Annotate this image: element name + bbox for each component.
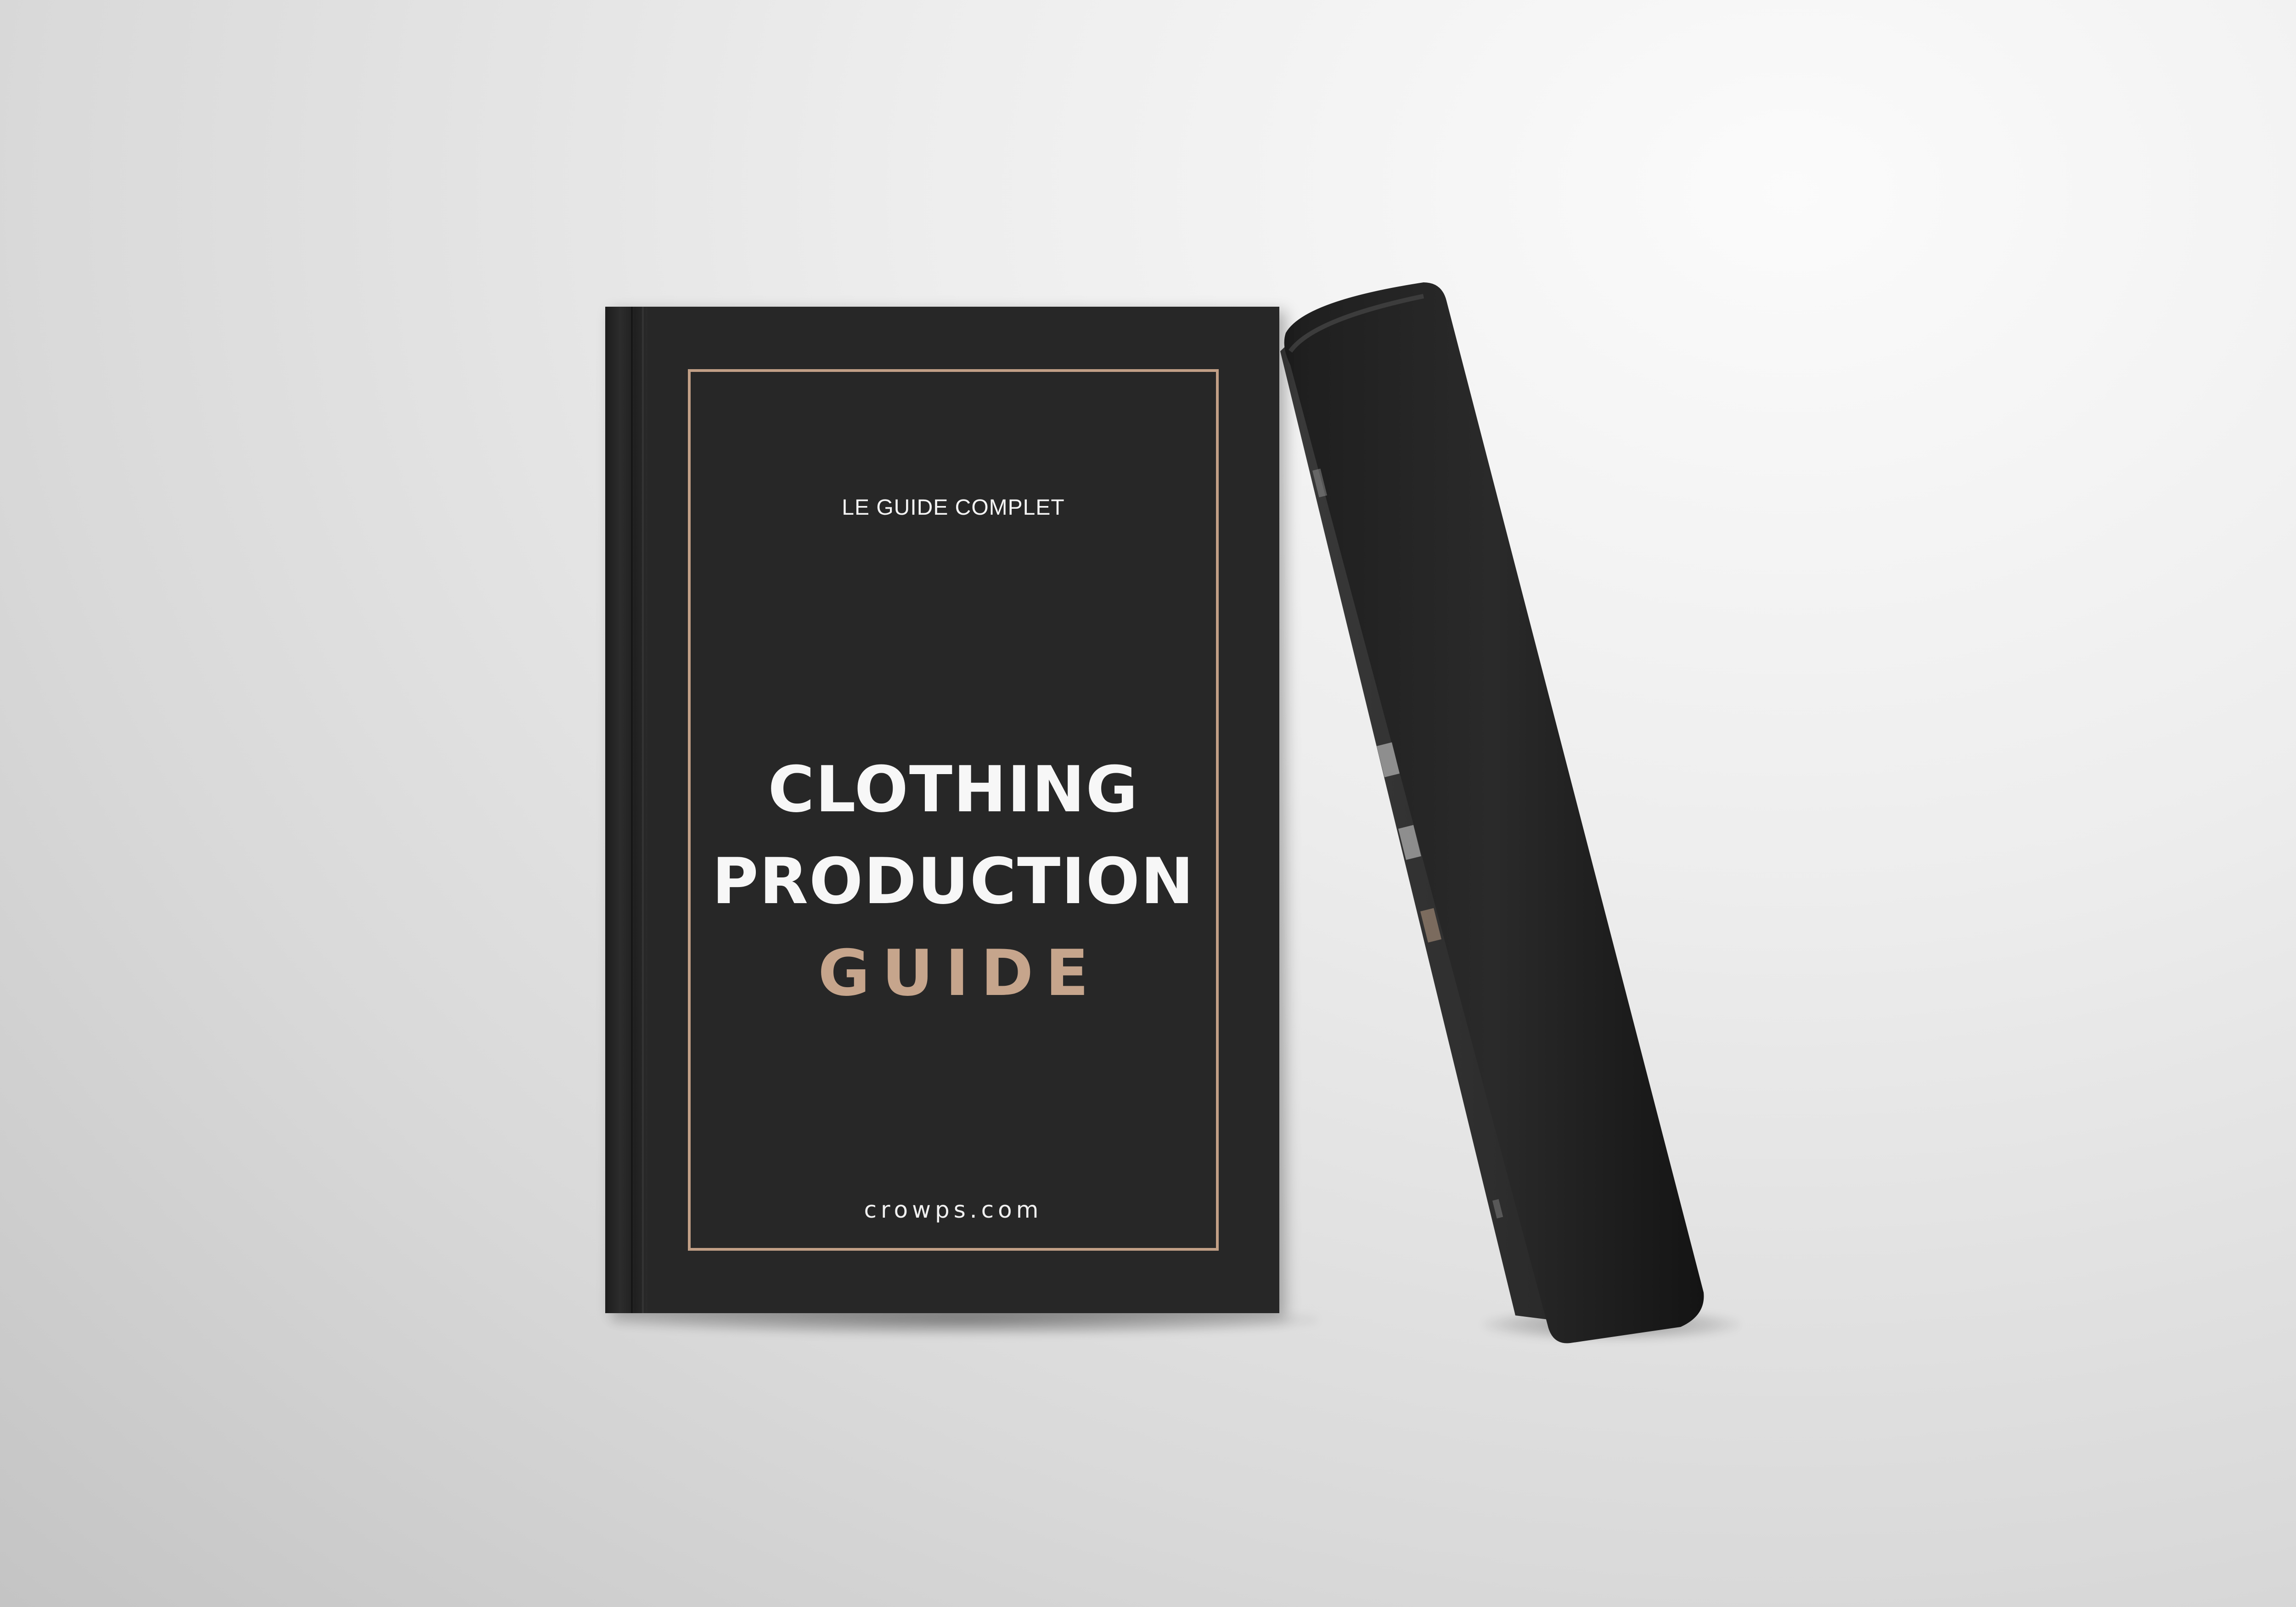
book-hinge <box>605 307 647 1313</box>
book-front-cover: LE GUIDE COMPLET CLOTHING PRODUCTION GUI… <box>605 307 1279 1313</box>
title-line-1: CLOTHING <box>768 753 1139 826</box>
mockup-scene: LE GUIDE COMPLET CLOTHING PRODUCTION GUI… <box>0 0 2296 1607</box>
cover-website: crowps.com <box>864 1197 1043 1223</box>
leaning-book <box>1280 282 1704 1343</box>
cover-kicker: LE GUIDE COMPLET <box>842 495 1065 520</box>
title-line-2: PRODUCTION <box>712 844 1195 918</box>
cover-frame: LE GUIDE COMPLET CLOTHING PRODUCTION GUI… <box>688 369 1219 1251</box>
title-accent: GUIDE <box>818 936 1101 1010</box>
cover-title: CLOTHING PRODUCTION GUIDE <box>691 744 1216 1019</box>
